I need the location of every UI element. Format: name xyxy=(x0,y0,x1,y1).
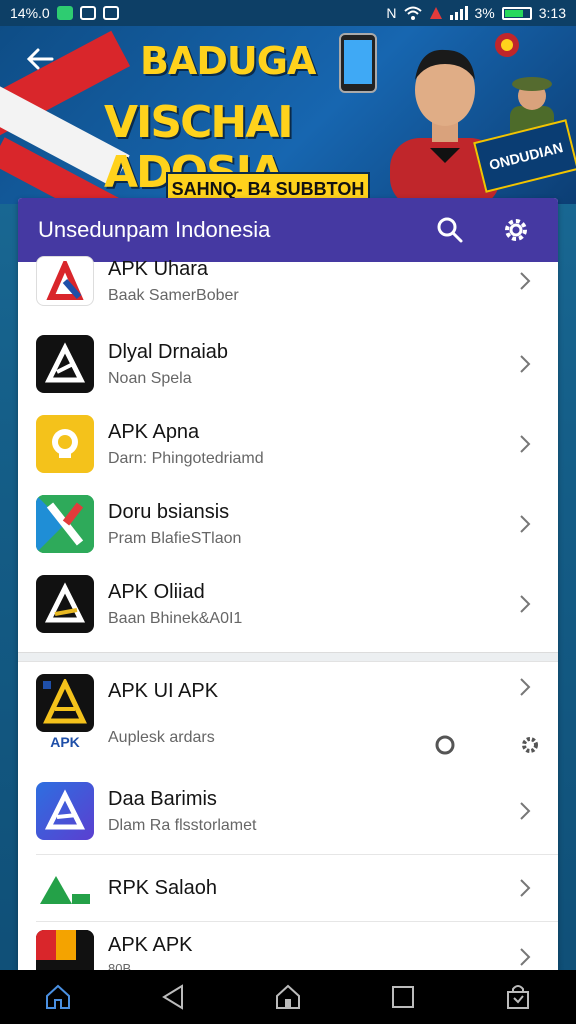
chevron-right-icon xyxy=(520,272,531,290)
nfc-icon: N xyxy=(386,5,397,21)
toolbar-title: Unsedunpam Indonesia xyxy=(38,217,271,242)
list-item[interactable]: Daa Barimis Dlam Ra flsstorlamet xyxy=(18,768,558,854)
app-toolbar: Unsedunpam Indonesia xyxy=(18,198,558,262)
chevron-right-icon xyxy=(520,678,531,696)
app-list-group-1: APK Uhara Baak SamerBober Dlyal Drnaiab … xyxy=(18,256,558,644)
home-icon[interactable] xyxy=(38,977,78,1017)
list-item[interactable]: APK APK 80B xyxy=(18,922,558,970)
list-item[interactable]: APK Apna Darn: Phingotedriamd xyxy=(18,404,558,484)
chevron-right-icon xyxy=(520,948,531,966)
back-nav-icon[interactable] xyxy=(153,977,193,1017)
item-subtitle: Pram BlafieSTlaon xyxy=(108,529,242,547)
back-arrow-icon[interactable] xyxy=(20,44,60,80)
item-subtitle: Dlam Ra flsstorlamet xyxy=(108,816,257,834)
banner-title: BADUGA xyxy=(140,39,316,83)
alert-icon xyxy=(429,7,442,19)
status-bar: 14%.0 N 3% 3:13 xyxy=(0,0,576,26)
apk-red-a-icon xyxy=(36,256,94,306)
chevron-right-icon xyxy=(520,515,531,533)
list-item[interactable]: APK APK UI APK Auplesk ardars xyxy=(18,662,558,768)
item-title: APK Oliiad xyxy=(108,580,205,603)
promo-banner: BADUGA VISCHAI ADOSIA SAHNQ- B4 SUBBTOH … xyxy=(0,26,576,204)
blue-a-icon xyxy=(36,782,94,840)
list-item[interactable]: APK Uhara Baak SamerBober xyxy=(18,256,558,316)
item-actions xyxy=(434,676,540,766)
chevron-right-icon xyxy=(520,595,531,613)
item-title: Dlyal Drnaiab xyxy=(108,340,229,363)
wifi-icon xyxy=(403,6,422,20)
item-subtitle: Baak SamerBober xyxy=(108,287,239,304)
app-list-card: Unsedunpam Indonesia APK Uhara Baak Same… xyxy=(18,198,558,970)
status-time-left: 14%.0 xyxy=(10,5,50,21)
multicolor-icon xyxy=(36,930,94,970)
chevron-right-icon xyxy=(520,355,531,373)
info-circle-icon[interactable] xyxy=(434,734,456,756)
search-icon[interactable] xyxy=(428,208,472,252)
item-subtitle: Baan Bhinek&A0I1 xyxy=(108,609,243,627)
shopping-bag-icon[interactable] xyxy=(498,977,538,1017)
chevron-right-icon xyxy=(520,435,531,453)
battery-percent: 3% xyxy=(474,5,495,21)
item-title: APK Uhara xyxy=(108,258,209,280)
app-notification-icon xyxy=(56,6,73,20)
home-nav-icon[interactable] xyxy=(268,977,308,1017)
green-arrow-icon xyxy=(36,868,94,908)
recents-icon[interactable] xyxy=(383,977,423,1017)
item-subtitle: Darn: Phingotedriamd xyxy=(108,449,264,467)
item-title: APK Apna xyxy=(108,420,200,443)
green-x-icon xyxy=(36,495,94,553)
apk-gold-triangle-icon xyxy=(36,674,94,732)
notification-icon xyxy=(79,6,96,20)
phone-illustration xyxy=(339,33,377,93)
settings-notification-icon xyxy=(102,6,119,20)
item-title: APK UI APK xyxy=(108,680,219,702)
item-title: APK APK xyxy=(108,934,193,956)
black-gold-triangle-icon xyxy=(36,575,94,633)
list-item[interactable]: RPK Salaoh xyxy=(18,855,558,921)
emblem-icon xyxy=(495,33,519,57)
list-item[interactable]: Dlyal Drnaiab Noan Spela xyxy=(18,324,558,404)
apk-icon-label: APK xyxy=(50,734,80,750)
navigation-bar xyxy=(0,970,576,1024)
signal-icon xyxy=(449,6,468,20)
black-triangle-icon xyxy=(36,335,94,393)
gear-icon[interactable] xyxy=(494,208,538,252)
app-list-group-2: APK APK UI APK Auplesk ardars Daa Barimi… xyxy=(18,662,558,970)
item-subtitle: 80B xyxy=(108,961,132,970)
apk-icon-wrap: APK xyxy=(36,674,94,750)
item-title: Daa Barimis xyxy=(108,787,217,810)
section-divider xyxy=(18,652,558,662)
item-title: RPK Salaoh xyxy=(108,876,217,899)
item-title: Doru bsiansis xyxy=(108,500,230,523)
battery-icon xyxy=(501,6,532,20)
list-item[interactable]: Doru bsiansis Pram BlafieSTlaon xyxy=(18,484,558,564)
list-item[interactable]: APK Oliiad Baan Bhinek&A0I1 xyxy=(18,564,558,644)
yellow-badge-icon xyxy=(36,415,94,473)
chevron-right-icon xyxy=(520,802,531,820)
item-subtitle: Noan Spela xyxy=(108,369,192,387)
status-clock: 3:13 xyxy=(538,5,566,21)
chevron-right-icon xyxy=(520,879,531,897)
gear-small-icon[interactable] xyxy=(520,735,540,755)
item-subtitle: Auplesk ardars xyxy=(108,729,215,746)
